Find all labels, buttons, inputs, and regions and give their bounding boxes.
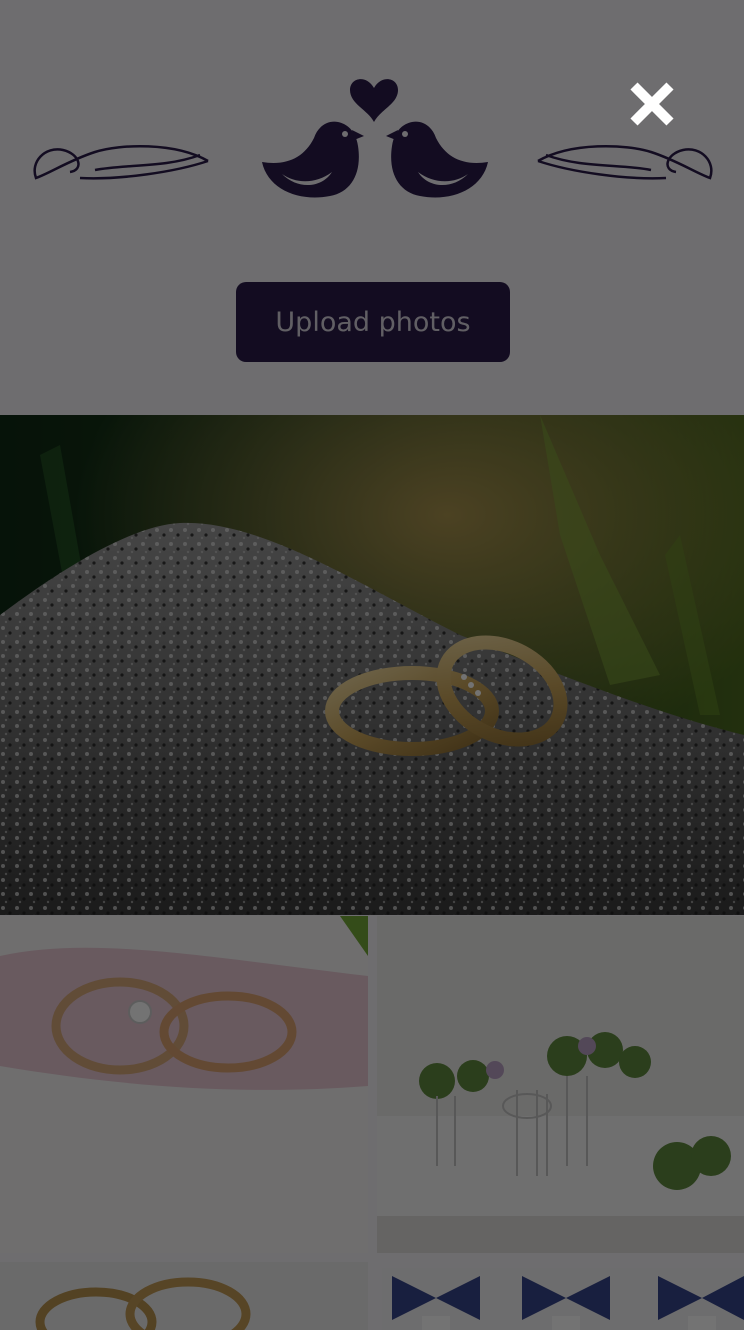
blue-bow-chairs-photo[interactable] [382, 1268, 744, 1330]
table-setting-photo[interactable] [377, 916, 744, 1253]
gallery-page: Upload photos [0, 0, 744, 1330]
upload-photos-button[interactable]: Upload photos [236, 282, 510, 362]
close-icon[interactable] [620, 72, 684, 136]
page-header: Upload photos [0, 0, 744, 415]
rings-with-diamond-photo[interactable] [0, 916, 368, 1253]
rings-on-letter-photo[interactable] [0, 1262, 368, 1330]
wedding-rings-on-rock-photo[interactable] [0, 415, 744, 915]
